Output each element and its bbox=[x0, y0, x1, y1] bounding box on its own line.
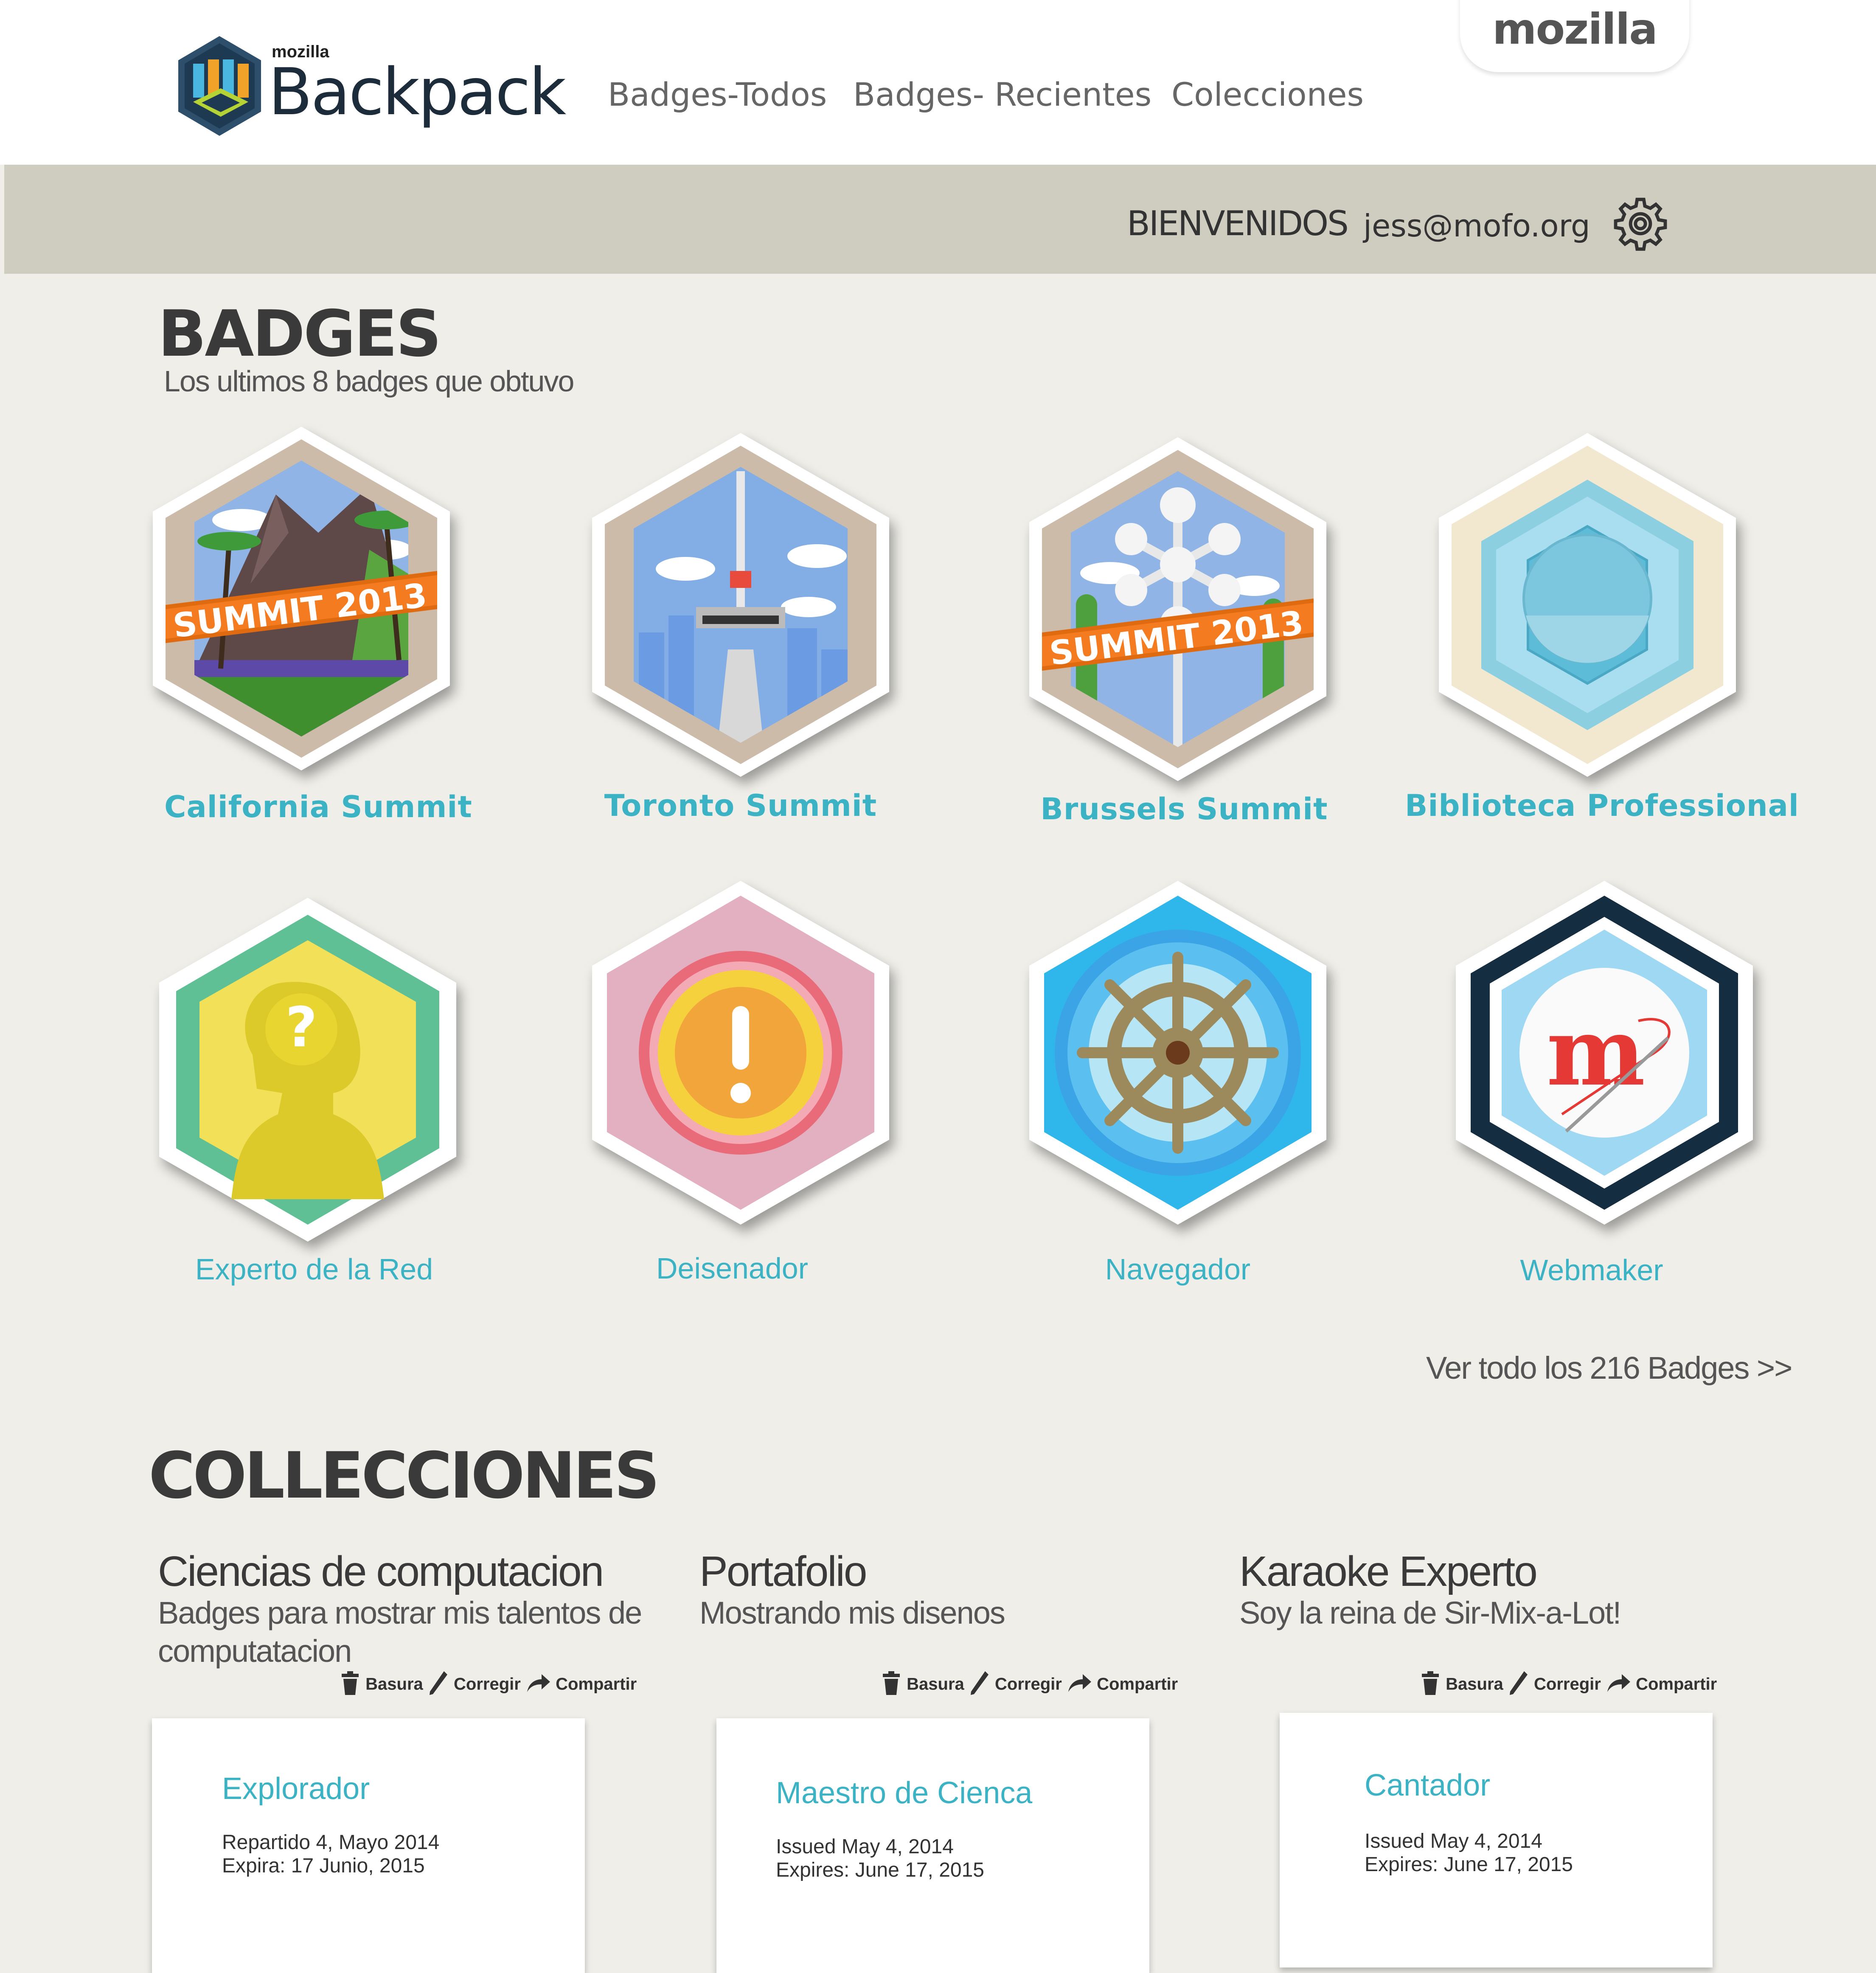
badge-label-brussels-summit[interactable]: Brussels Summit bbox=[993, 792, 1375, 826]
trash-action[interactable]: Basura bbox=[365, 1675, 423, 1694]
badge-label-biblioteca-professional[interactable]: Biblioteca Professional bbox=[1405, 788, 1799, 823]
collection-actions: Basura Corregir Compartir bbox=[1420, 1670, 1717, 1700]
card-issued-date: Issued May 4, 2014 bbox=[1365, 1830, 1542, 1852]
card-issued-date: Repartido 4, Mayo 2014 bbox=[222, 1831, 440, 1854]
backpack-logo-icon[interactable] bbox=[174, 34, 265, 138]
see-all-badges-link[interactable]: Ver todo los 216 Badges >> bbox=[1426, 1350, 1792, 1386]
badge-label-california-summit[interactable]: California Summit bbox=[127, 790, 509, 824]
share-action[interactable]: Compartir bbox=[1636, 1675, 1717, 1694]
badge-brussels-summit[interactable]: SUMMIT 2013 bbox=[1025, 433, 1331, 785]
card-expiry-date: Expires: June 17, 2015 bbox=[1365, 1853, 1573, 1876]
pencil-icon[interactable] bbox=[969, 1670, 990, 1700]
collection-actions: Basura Corregir Compartir bbox=[340, 1670, 637, 1700]
nav-badges-todos[interactable]: Badges-Todos bbox=[608, 76, 827, 113]
toronto-summit-badge-image bbox=[592, 433, 889, 777]
badge-california-summit[interactable]: SUMMIT 2013 bbox=[149, 422, 454, 775]
card-badge-title[interactable]: Maestro de Cienca bbox=[776, 1776, 1032, 1810]
trash-icon[interactable] bbox=[881, 1670, 902, 1700]
badge-experto-de-la-red[interactable]: ? bbox=[155, 894, 461, 1246]
share-icon[interactable] bbox=[1606, 1672, 1631, 1698]
experto-de-la-red-badge-image: ? bbox=[159, 898, 456, 1242]
brussels-summit-badge-image: SUMMIT 2013 bbox=[1029, 437, 1326, 781]
trash-icon[interactable] bbox=[340, 1670, 361, 1700]
collection-description: Mostrando mis disenos bbox=[699, 1595, 1005, 1630]
badge-toronto-summit[interactable] bbox=[588, 429, 893, 781]
collection-card[interactable]: Cantador Issued May 4, 2014 Expires: Jun… bbox=[1280, 1713, 1713, 1967]
share-action[interactable]: Compartir bbox=[556, 1675, 637, 1694]
california-summit-badge-image: SUMMIT 2013 bbox=[153, 427, 450, 770]
navegador-badge-image bbox=[1029, 881, 1326, 1225]
card-badge-title[interactable]: Cantador bbox=[1365, 1768, 1490, 1803]
mozilla-tab[interactable]: mozilla bbox=[1460, 0, 1689, 72]
badge-webmaker[interactable]: m bbox=[1452, 877, 1757, 1229]
share-icon[interactable] bbox=[525, 1672, 551, 1698]
gear-icon[interactable] bbox=[1613, 196, 1668, 251]
badge-label-toronto-summit[interactable]: Toronto Summit bbox=[550, 788, 932, 823]
collections-heading: COLLECCIONES bbox=[149, 1439, 660, 1513]
share-icon[interactable] bbox=[1067, 1672, 1092, 1698]
badge-navegador[interactable] bbox=[1025, 877, 1331, 1229]
card-expiry-date: Expira: 17 Junio, 2015 bbox=[222, 1855, 425, 1877]
welcome-label: BIENVENIDOS bbox=[1127, 204, 1349, 243]
badge-biblioteca-professional[interactable] bbox=[1435, 429, 1740, 781]
welcome-bar bbox=[4, 165, 1876, 274]
logo-backpack-text: Backpack bbox=[268, 54, 566, 129]
mozilla-tab-label: mozilla bbox=[1492, 4, 1657, 54]
trash-action[interactable]: Basura bbox=[907, 1675, 964, 1694]
badge-label-webmaker[interactable]: Webmaker bbox=[1401, 1253, 1783, 1287]
collection-description: Soy la reina de Sir-Mix-a-Lot! bbox=[1239, 1595, 1621, 1630]
badge-label-experto-de-la-red[interactable]: Experto de la Red bbox=[123, 1252, 505, 1286]
nav-badges-recientes[interactable]: Badges- Recientes bbox=[853, 76, 1151, 113]
svg-text:?: ? bbox=[285, 995, 317, 1060]
user-email: jess@mofo.org bbox=[1363, 208, 1590, 244]
edit-action[interactable]: Corregir bbox=[1534, 1675, 1601, 1694]
nav-colecciones[interactable]: Colecciones bbox=[1171, 76, 1364, 113]
badge-deisenador[interactable] bbox=[588, 877, 893, 1229]
webmaker-badge-image: m bbox=[1456, 881, 1753, 1225]
trash-action[interactable]: Basura bbox=[1446, 1675, 1503, 1694]
badges-heading: BADGES bbox=[158, 297, 442, 371]
collection-actions: Basura Corregir Compartir bbox=[881, 1670, 1178, 1700]
collection-title[interactable]: Karaoke Experto bbox=[1239, 1547, 1538, 1596]
card-expiry-date: Expires: June 17, 2015 bbox=[776, 1859, 984, 1881]
collection-title[interactable]: Portafolio bbox=[699, 1547, 867, 1596]
card-badge-title[interactable]: Explorador bbox=[222, 1771, 370, 1806]
collection-card[interactable]: Explorador Repartido 4, Mayo 2014 Expira… bbox=[152, 1718, 585, 1973]
edit-action[interactable]: Corregir bbox=[995, 1675, 1062, 1694]
badge-label-deisenador[interactable]: Deisenador bbox=[541, 1251, 923, 1285]
deisenador-badge-image bbox=[592, 881, 889, 1225]
biblioteca-professional-badge-image bbox=[1439, 433, 1736, 777]
collection-card[interactable]: Maestro de Cienca Issued May 4, 2014 Exp… bbox=[716, 1718, 1149, 1973]
edit-action[interactable]: Corregir bbox=[454, 1675, 521, 1694]
collection-description: Badges para mostrar mis talentos de comp… bbox=[158, 1595, 642, 1669]
badges-subheading: Los ultimos 8 badges que obtuvo bbox=[164, 365, 574, 398]
share-action[interactable]: Compartir bbox=[1097, 1675, 1178, 1694]
badge-label-navegador[interactable]: Navegador bbox=[987, 1252, 1369, 1286]
pencil-icon[interactable] bbox=[428, 1670, 449, 1700]
pencil-icon[interactable] bbox=[1508, 1670, 1529, 1700]
collection-title[interactable]: Ciencias de computacion bbox=[158, 1547, 604, 1596]
card-issued-date: Issued May 4, 2014 bbox=[776, 1835, 954, 1858]
trash-icon[interactable] bbox=[1420, 1670, 1441, 1700]
